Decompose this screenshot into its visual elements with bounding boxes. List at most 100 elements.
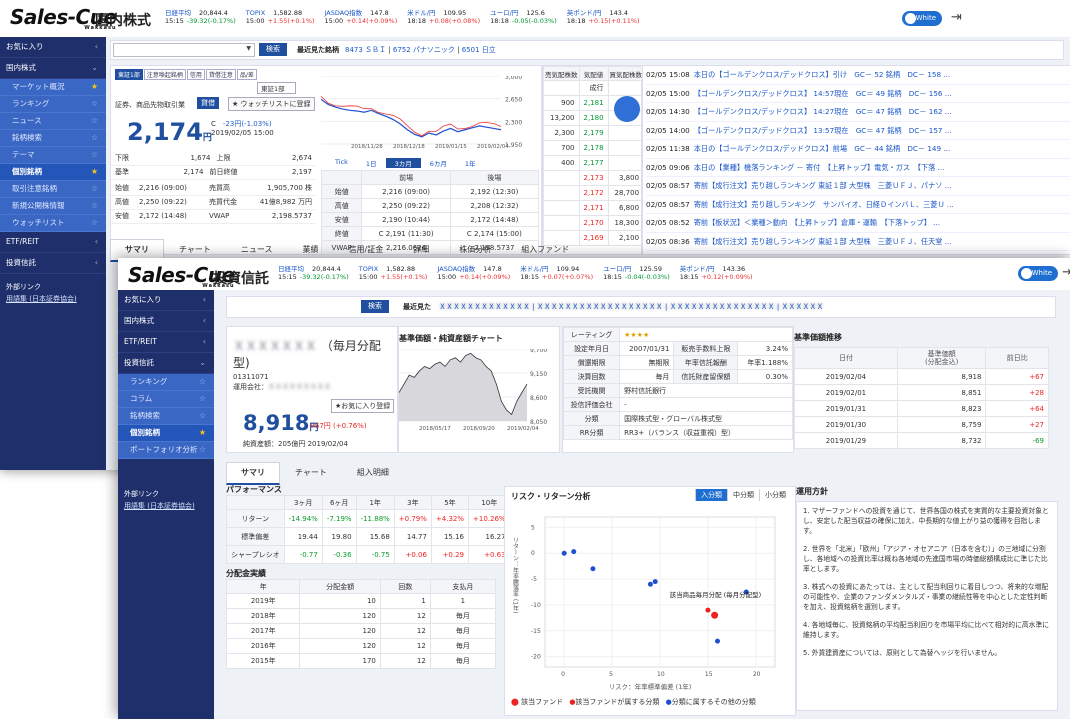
ticker[interactable]: ユーロ/円 125.6 18:18 -0.05(-0.03%) xyxy=(490,9,557,25)
scatter-point[interactable] xyxy=(715,638,720,644)
sidebar-item[interactable]: 個別銘柄 ★ xyxy=(0,164,106,181)
sidebar-fund[interactable]: 投資信託 ⌄ xyxy=(118,353,214,374)
fund-info-table: レーティング ★★★★ 設定年月日 2007/01/31 販売手数料上限 3.24% 償還… xyxy=(562,327,793,440)
tab[interactable]: 組入明細 xyxy=(342,462,404,484)
search-button[interactable]: 検索 xyxy=(361,300,389,313)
sidebar-item[interactable]: ポートフォリオ分析 ☆ xyxy=(118,442,214,459)
star-icon[interactable]: ★ xyxy=(199,425,206,441)
glossary-link[interactable]: 用語集 (日本証券協会) xyxy=(6,294,100,304)
ticker[interactable]: ユーロ/円 125.59 18:15 -0.04(-0.03%) xyxy=(603,265,670,281)
scatter-point[interactable] xyxy=(561,550,567,556)
tab[interactable]: チャート xyxy=(280,462,342,484)
range-tab[interactable]: 1年 xyxy=(456,158,485,168)
news-item[interactable]: 02/05 09:06 本日の【業種】機落ランキング － 寄付 【上昇トップ】電気… xyxy=(646,159,1070,177)
sidebar-domestic-stocks[interactable]: 国内株式 ‹ xyxy=(118,311,214,332)
market-select[interactable]: 東証1部 xyxy=(257,82,296,94)
star-icon[interactable]: ★ xyxy=(91,164,98,180)
tab[interactable]: サマリ xyxy=(226,462,280,485)
star-icon[interactable]: ☆ xyxy=(199,391,206,407)
star-icon[interactable]: ☆ xyxy=(91,215,98,231)
recent-stock-link[interactable]: 6501 日立 xyxy=(462,46,496,54)
risk-filter[interactable]: 小分類 xyxy=(759,489,791,501)
ticker[interactable]: TOPIX 1,582.88 15:00 +1.55(+0.1%) xyxy=(359,265,428,281)
scatter-point[interactable] xyxy=(705,607,711,613)
ticker[interactable]: 英ポンド/円 143.4 18:18 +0.15(+0.11%) xyxy=(567,9,640,25)
news-item[interactable]: 02/05 15:08 本日の【ゴールデンクロス/デッドクロス】引け GC－ 52… xyxy=(646,66,1070,85)
price-chart[interactable]: 3,0002,6502,3001,9502018/11/28 2018/12/18… xyxy=(321,76,539,150)
theme-toggle[interactable]: White xyxy=(1018,266,1058,281)
sidebar-fund[interactable]: 投資信託 ‹ xyxy=(0,253,106,274)
ticker[interactable]: JASDAQ指数 147.8 15:00 +0.14(+0.09%) xyxy=(437,265,510,281)
sidebar-item[interactable]: 新規公開株情報 ☆ xyxy=(0,198,106,215)
news-item[interactable]: 02/05 14:00 【ゴールデンクロス/デッドクロス】 13:57現在 GC＝… xyxy=(646,122,1070,140)
margin-badge[interactable]: 貸借 xyxy=(197,97,219,109)
ticker[interactable]: 日経平均 20,844.4 15:15 -39.32(-0.17%) xyxy=(165,9,236,25)
sidebar-etf-reit[interactable]: ETF/REIT ‹ xyxy=(0,232,106,253)
star-icon[interactable]: ☆ xyxy=(199,442,206,458)
theme-toggle[interactable]: White xyxy=(902,11,942,26)
watchlist-button[interactable]: ★ ウォッチリストに登録 xyxy=(228,97,315,111)
ticker[interactable]: JASDAQ指数 147.8 15:00 +0.14(+0.09%) xyxy=(324,9,397,25)
search-select[interactable] xyxy=(113,43,255,57)
star-icon[interactable]: ☆ xyxy=(91,113,98,129)
risk-filter[interactable]: 入分類 xyxy=(695,489,727,501)
sidebar-item[interactable]: ランキング ☆ xyxy=(118,374,214,391)
range-tab[interactable]: Tick xyxy=(326,158,357,168)
news-item[interactable]: 02/05 11:38 本日の【ゴールデンクロス/デッドクロス】前場 GC－ 44… xyxy=(646,140,1070,159)
favorite-button[interactable]: ★お気に入り登録 xyxy=(331,399,395,413)
star-icon[interactable]: ★ xyxy=(91,79,98,95)
news-item[interactable]: 02/05 08:57 寄前【成行注文】売り越しランキング 東証１部 大型株 三菱… xyxy=(646,177,1070,196)
star-icon[interactable]: ☆ xyxy=(91,96,98,112)
range-tab[interactable]: 1日 xyxy=(357,158,386,168)
star-icon[interactable]: ☆ xyxy=(91,130,98,146)
scatter-point[interactable] xyxy=(711,611,719,619)
sidebar-favorites[interactable]: お気に入り ‹ xyxy=(118,290,214,311)
star-icon[interactable]: ☆ xyxy=(199,408,206,424)
table-row: 決算回数 毎月 信託財産留保額 0.30% xyxy=(562,369,793,384)
recent-stock-link[interactable]: 8473 ＳＢＩ xyxy=(345,46,386,54)
news-item[interactable]: 02/05 15:00 【ゴールデンクロス/デッドクロス】 14:57現在 GC＝… xyxy=(646,85,1070,103)
sidebar-etf-reit[interactable]: ETF/REIT ‹ xyxy=(118,332,214,353)
sidebar-favorites[interactable]: お気に入り ‹ xyxy=(0,37,106,58)
ticker[interactable]: 米ドル/円 109.95 18:18 +0.08(+0.08%) xyxy=(407,9,480,25)
range-tab[interactable]: 6カ月 xyxy=(421,158,456,168)
news-item[interactable]: 02/05 14:30 【ゴールデンクロス/デッドクロス】 14:27現在 GC＝… xyxy=(646,103,1070,122)
search-button[interactable]: 検索 xyxy=(259,43,287,56)
logout-icon[interactable]: ⇥ xyxy=(1062,265,1070,280)
ticker[interactable]: TOPIX 1,582.88 15:00 +1.55(+0.1%) xyxy=(246,9,315,25)
star-icon[interactable]: ☆ xyxy=(91,147,98,163)
scatter-point[interactable] xyxy=(652,579,658,585)
sidebar-item[interactable]: マーケット概況 ★ xyxy=(0,79,106,96)
sidebar-item[interactable]: 銘柄検索 ☆ xyxy=(0,130,106,147)
news-item[interactable]: 02/05 08:52 寄前【板状況】＜業種＞動向 【上昇トップ】倉庫・運輸 【下… xyxy=(646,214,1070,233)
ticker[interactable]: 英ポンド/円 143.36 18:15 +0.12(+0.09%) xyxy=(680,265,753,281)
sidebar-item[interactable]: ウォッチリスト ☆ xyxy=(0,215,106,232)
sidebar-item[interactable]: コラム ☆ xyxy=(118,391,214,408)
range-tab[interactable]: 3カ月 xyxy=(385,158,421,168)
sidebar-item[interactable]: 個別銘柄 ★ xyxy=(118,425,214,442)
risk-scatter[interactable]: 0 5 10 15 20 5 0 -5 -10 -15 -20 リターン：年率騰落率 (1年) 該当商品… xyxy=(505,507,795,682)
nav-chart[interactable]: 9,700 9,150 8,600 8,050 2018/05/17 2018/09/20… xyxy=(399,349,559,449)
table-cell: 2,170 xyxy=(578,215,609,231)
news-item[interactable]: 02/05 08:57 寄前【成行注文】売り越しランキング サンバイオ、日経Ｄイン… xyxy=(646,196,1070,214)
scatter-point[interactable] xyxy=(647,581,653,587)
table-cell: 2007/01/31 xyxy=(619,341,675,356)
glossary-link[interactable]: 用語集 (日本証券協会) xyxy=(124,501,208,511)
news-item[interactable]: 02/05 08:36 寄前【成行注文】売り越しランキング 東証１部 大型株 三菱… xyxy=(646,233,1070,251)
sidebar-domestic-stocks[interactable]: 国内株式 ⌄ xyxy=(0,58,106,79)
recent-stock-link[interactable]: 6752 パナソニック xyxy=(393,46,455,54)
sidebar-item[interactable]: 銘柄検索 ☆ xyxy=(118,408,214,425)
sidebar-item[interactable]: テーマ ☆ xyxy=(0,147,106,164)
scatter-point[interactable] xyxy=(590,566,596,572)
sidebar-item[interactable]: ニュース ☆ xyxy=(0,113,106,130)
star-icon[interactable]: ☆ xyxy=(91,198,98,214)
star-icon[interactable]: ☆ xyxy=(199,374,206,390)
scatter-point[interactable] xyxy=(571,549,577,555)
star-icon[interactable]: ☆ xyxy=(91,181,98,197)
ticker[interactable]: 米ドル/円 109.94 18:15 +0.07(+0.07%) xyxy=(520,265,593,281)
risk-filter[interactable]: 中分類 xyxy=(727,489,759,501)
sidebar-item[interactable]: ランキング ☆ xyxy=(0,96,106,113)
sidebar-item[interactable]: 取引注意銘柄 ☆ xyxy=(0,181,106,198)
ticker[interactable]: 日経平均 20,844.4 15:15 -39.32(-0.17%) xyxy=(278,265,349,281)
logout-icon[interactable]: ⇥ xyxy=(951,10,962,25)
